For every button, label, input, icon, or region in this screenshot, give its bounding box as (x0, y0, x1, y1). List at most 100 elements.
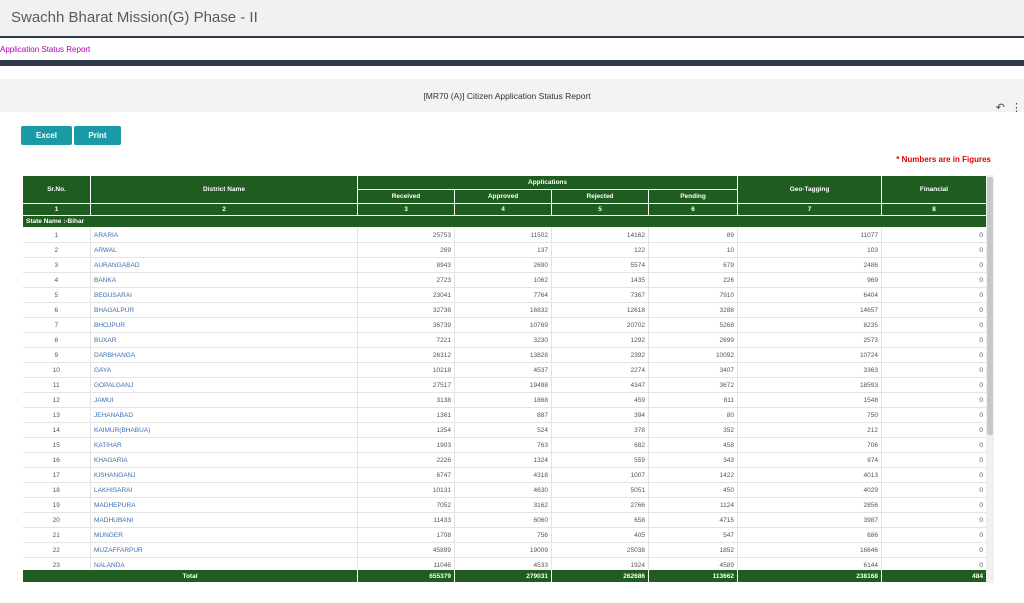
col-number: 8 (881, 203, 986, 216)
district-link[interactable]: MUNGER (90, 527, 358, 543)
excel-button[interactable]: Excel (21, 126, 72, 145)
cell-geotag: 4013 (737, 467, 883, 483)
cell-pending: 3288 (648, 302, 739, 318)
cell-financial: 0 (881, 482, 986, 498)
cell-received: 10131 (357, 482, 455, 498)
district-link[interactable]: DARBHANGA (90, 347, 358, 363)
district-link[interactable]: ARARIA (90, 227, 358, 243)
district-link[interactable]: BHAGALPUR (90, 302, 358, 318)
cell-approved: 19009 (454, 542, 552, 558)
district-link[interactable]: JAMUI (90, 392, 358, 408)
cell-financial: 0 (881, 407, 986, 423)
district-link[interactable]: GOPALGANJ (90, 377, 358, 393)
cell-pending: 811 (648, 392, 739, 408)
table-row: 4 BANKA 2723 1062 1435 226 969 0 (22, 272, 986, 288)
cell-received: 25753 (357, 227, 455, 243)
cell-approved: 756 (454, 527, 552, 543)
cell-srno: 5 (22, 287, 91, 303)
cell-pending: 450 (648, 482, 739, 498)
cell-srno: 6 (22, 302, 91, 318)
cell-geotag: 1548 (737, 392, 883, 408)
table-row: 2 ARWAL 269 137 122 10 103 0 (22, 242, 986, 258)
cell-financial: 0 (881, 467, 986, 483)
cell-pending: 2699 (648, 332, 739, 348)
cell-received: 10218 (357, 362, 455, 378)
cell-srno: 10 (22, 362, 91, 378)
cell-pending: 3407 (648, 362, 739, 378)
table-row: 18 LAKHISARAI 10131 4630 5051 450 4029 0 (22, 482, 986, 498)
cell-received: 8943 (357, 257, 455, 273)
cell-financial: 0 (881, 362, 986, 378)
total-pending: 113662 (648, 569, 738, 583)
district-link[interactable]: ARWAL (90, 242, 358, 258)
cell-geotag: 974 (737, 452, 883, 468)
cell-geotag: 2573 (737, 332, 883, 348)
cell-financial: 0 (881, 422, 986, 438)
col-geotag: Geo-Tagging (737, 175, 883, 204)
table-row: 10 GAYA 10218 4537 2274 3407 3363 0 (22, 362, 986, 378)
district-link[interactable]: BANKA (90, 272, 358, 288)
cell-approved: 3230 (454, 332, 552, 348)
cell-srno: 21 (22, 527, 91, 543)
district-link[interactable]: KATIHAR (90, 437, 358, 453)
cell-received: 36739 (357, 317, 455, 333)
cell-approved: 4537 (454, 362, 552, 378)
cell-srno: 20 (22, 512, 91, 528)
cell-rejected: 5574 (551, 257, 649, 273)
cell-received: 23041 (357, 287, 455, 303)
district-link[interactable]: KISHANGANJ (90, 467, 358, 483)
cell-approved: 4318 (454, 467, 552, 483)
col-rejected: Rejected (551, 189, 649, 204)
cell-financial: 0 (881, 257, 986, 273)
total-rejected: 262686 (551, 569, 649, 583)
report-table-container[interactable]: Sr.No. District Name Applications Geo-Ta… (22, 175, 986, 583)
district-link[interactable]: BHOJPUR (90, 317, 358, 333)
cell-geotag: 2856 (737, 497, 883, 513)
cell-received: 2226 (357, 452, 455, 468)
district-link[interactable]: BEGUSARAI (90, 287, 358, 303)
cell-pending: 80 (648, 407, 739, 423)
cell-srno: 3 (22, 257, 91, 273)
district-link[interactable]: KHAGARIA (90, 452, 358, 468)
cell-financial: 0 (881, 452, 986, 468)
table-row: 13 JEHANABAD 1361 887 394 80 750 0 (22, 407, 986, 423)
cell-rejected: 658 (551, 512, 649, 528)
total-geotag: 238168 (737, 569, 882, 583)
district-link[interactable]: KAIMUR(BHABUA) (90, 422, 358, 438)
cell-rejected: 7367 (551, 287, 649, 303)
cell-geotag: 18593 (737, 377, 883, 393)
table-row: 19 MADHEPURA 7052 3162 2766 1124 2856 0 (22, 497, 986, 513)
district-link[interactable]: JEHANABAD (90, 407, 358, 423)
district-link[interactable]: LAKHISARAI (90, 482, 358, 498)
scrollbar-thumb[interactable] (987, 177, 993, 435)
table-row: 5 BEGUSARAI 23041 7764 7367 7910 6404 0 (22, 287, 986, 303)
district-link[interactable]: BUXAR (90, 332, 358, 348)
cell-pending: 7910 (648, 287, 739, 303)
table-row: 22 MUZAFFARPUR 45899 19009 25038 1852 16646 0 (22, 542, 986, 558)
more-icon[interactable]: ⋮ (1011, 101, 1022, 114)
cell-geotag: 969 (737, 272, 883, 288)
district-link[interactable]: AURANGABAD (90, 257, 358, 273)
print-button[interactable]: Print (74, 126, 121, 145)
cell-approved: 4630 (454, 482, 552, 498)
total-approved: 279031 (454, 569, 552, 583)
col-number: 1 (22, 203, 91, 216)
district-link[interactable]: MADHUBANI (90, 512, 358, 528)
cell-approved: 16832 (454, 302, 552, 318)
cell-srno: 16 (22, 452, 91, 468)
cell-pending: 679 (648, 257, 739, 273)
cell-received: 1903 (357, 437, 455, 453)
cell-received: 1254 (357, 422, 455, 438)
district-link[interactable]: MADHEPURA (90, 497, 358, 513)
cell-financial: 0 (881, 527, 986, 543)
cell-approved: 3162 (454, 497, 552, 513)
district-link[interactable]: GAYA (90, 362, 358, 378)
cell-received: 11433 (357, 512, 455, 528)
cell-geotag: 8235 (737, 317, 883, 333)
district-link[interactable]: MUZAFFARPUR (90, 542, 358, 558)
undo-icon[interactable]: ↶ (996, 101, 1005, 114)
breadcrumb-item[interactable]: Application Status Report (0, 45, 90, 54)
total-label: Total (22, 569, 358, 583)
cell-srno: 4 (22, 272, 91, 288)
table-scrollbar[interactable] (986, 175, 994, 583)
